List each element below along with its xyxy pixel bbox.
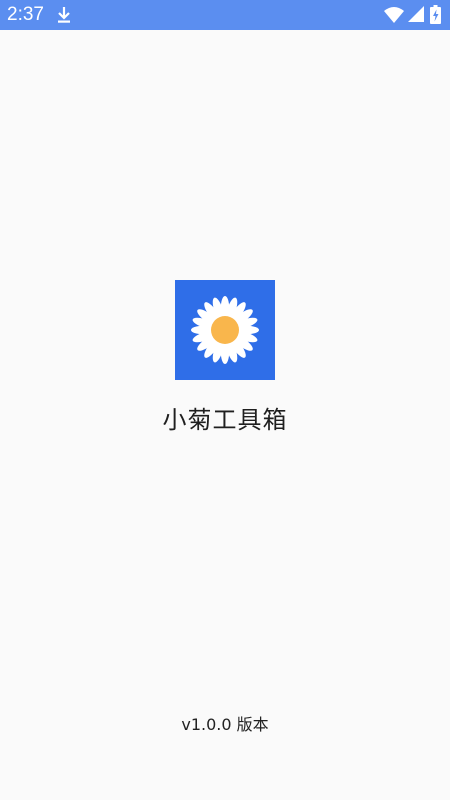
battery-icon [430,5,441,24]
download-icon [58,7,70,23]
app-version: v1.0.0 版本 [181,715,269,734]
status-time: 2:37 [7,4,44,25]
signal-icon [408,6,424,22]
app-name: 小菊工具箱 [162,406,288,434]
status-bar: 2:37 [0,0,450,30]
wifi-icon [384,7,404,23]
daisy-icon [175,280,275,380]
